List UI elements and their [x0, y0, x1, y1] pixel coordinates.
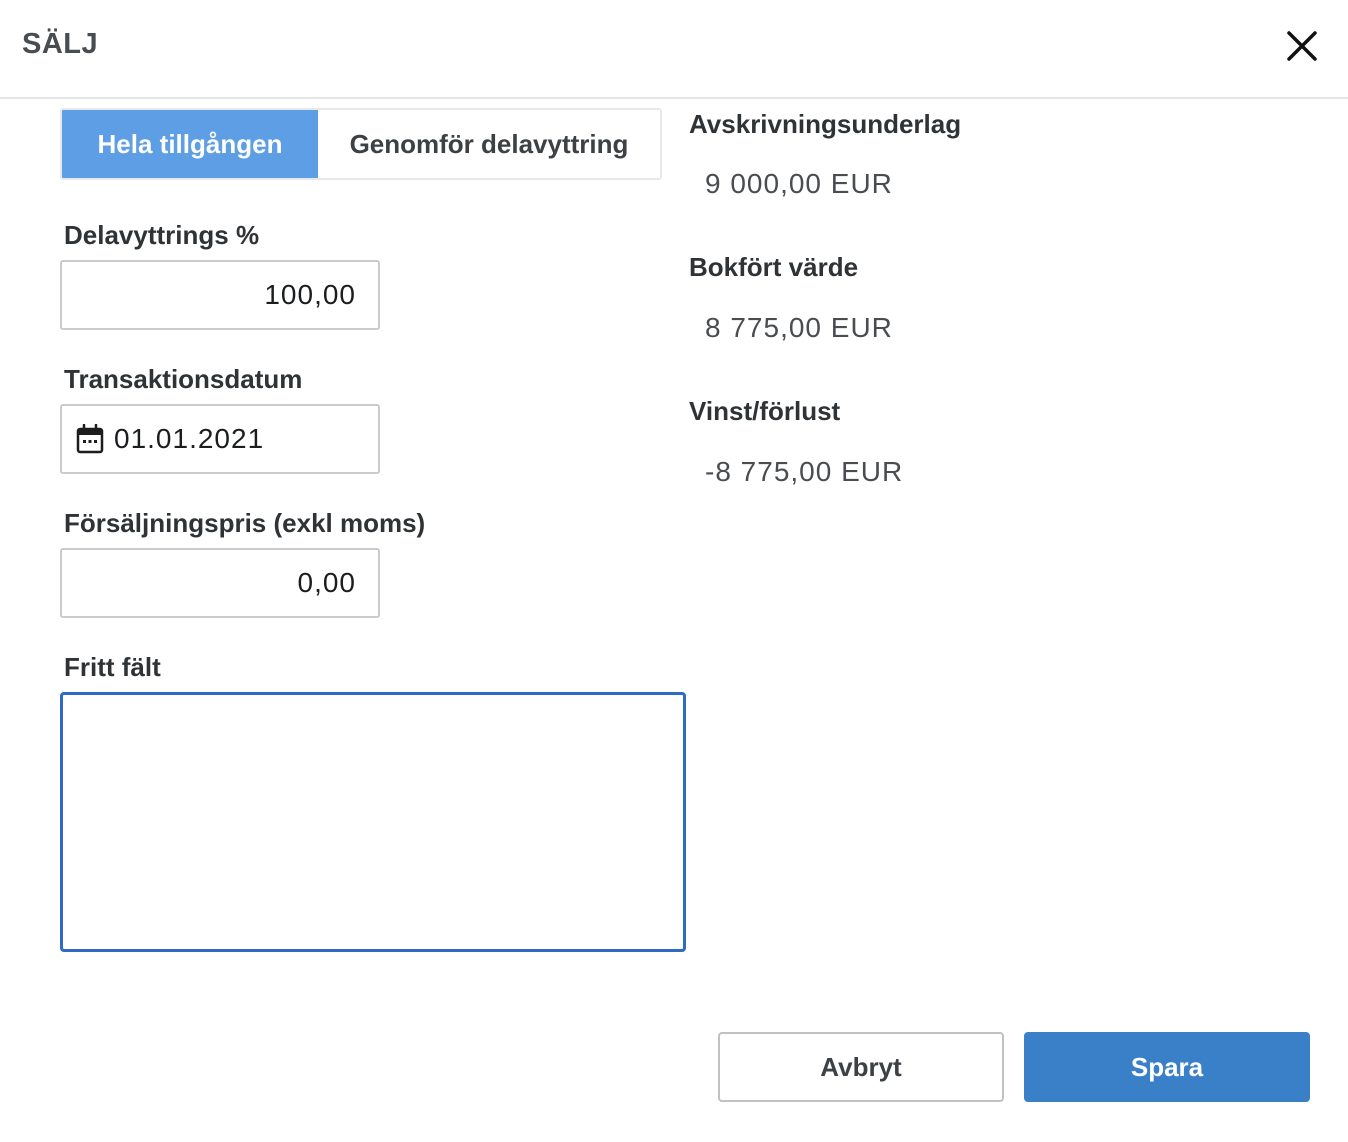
sale-price-label: Försäljningspris (exkl moms): [64, 508, 426, 538]
sale-mode-toggle: Hela tillgången Genomför delavyttring: [60, 108, 662, 180]
tab-whole-asset[interactable]: Hela tillgången: [62, 110, 318, 178]
book-value-label: Bokfört värde: [689, 252, 859, 282]
close-icon: [1287, 31, 1317, 61]
dialog-header: SÄLJ: [0, 0, 1348, 99]
profit-loss-value: -8 775,00 EUR: [705, 456, 904, 487]
transaction-date-input[interactable]: 01.01.2021: [60, 404, 380, 474]
free-text-area[interactable]: [60, 692, 686, 952]
sale-price-value: 0,00: [297, 567, 356, 598]
percent-value: 100,00: [264, 279, 356, 310]
book-value-value: 8 775,00 EUR: [705, 312, 893, 343]
cancel-button[interactable]: Avbryt: [718, 1032, 1004, 1102]
save-button[interactable]: Spara: [1024, 1032, 1310, 1102]
close-button[interactable]: [1282, 26, 1322, 66]
sell-dialog: SÄLJ Hela tillgången Genomför delavyttri…: [0, 0, 1348, 1142]
depreciation-base-label: Avskrivningsunderlag: [689, 109, 962, 139]
calendar-icon[interactable]: [76, 424, 104, 454]
percent-label: Delavyttrings %: [64, 220, 260, 250]
dialog-title: SÄLJ: [22, 28, 99, 60]
transaction-date-label: Transaktionsdatum: [64, 364, 303, 394]
profit-loss-label: Vinst/förlust: [689, 396, 841, 426]
free-text-label: Fritt fält: [64, 652, 161, 682]
percent-input[interactable]: 100,00: [60, 260, 380, 330]
depreciation-base-value: 9 000,00 EUR: [705, 168, 893, 199]
tab-partial-disposal[interactable]: Genomför delavyttring: [318, 110, 660, 178]
transaction-date-value: 01.01.2021: [114, 423, 265, 454]
sale-price-input[interactable]: 0,00: [60, 548, 380, 618]
